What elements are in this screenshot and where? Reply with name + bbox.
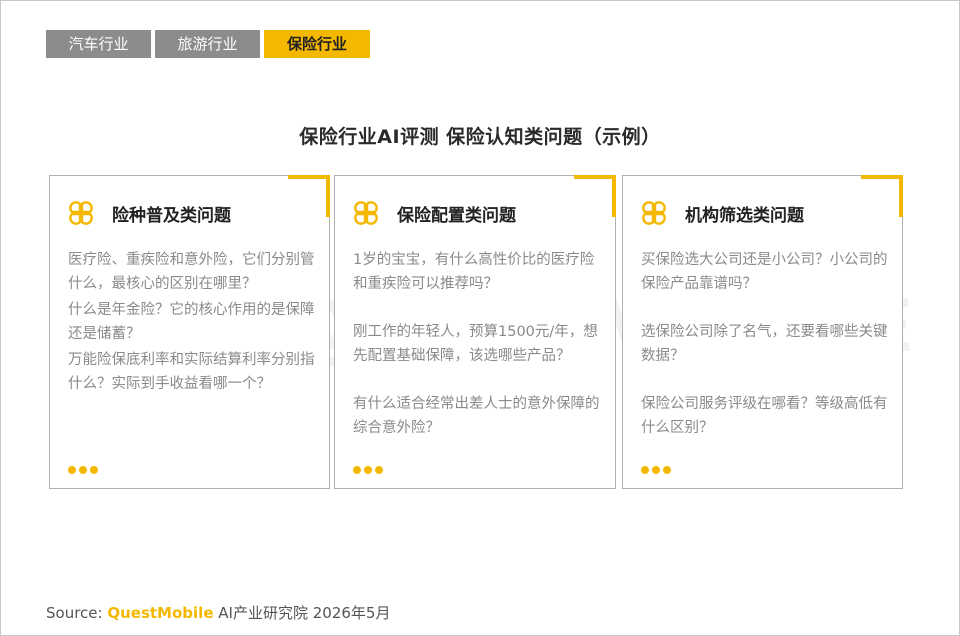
card-corner-accent (574, 175, 616, 179)
four-leaf-icon (354, 201, 378, 225)
question-item: 保险公司服务评级在哪看？等级高低有什么区别？ (641, 396, 888, 436)
industry-tabs: 汽车行业 旅游行业 保险行业 (46, 30, 370, 58)
tab-travel[interactable]: 旅游行业 (155, 30, 260, 58)
question-item: 买保险选大公司还是小公司？小公司的保险产品靠谱吗？ (641, 252, 888, 292)
card-title: 险种普及类问题 (112, 205, 231, 226)
question-list: 买保险选大公司还是小公司？小公司的保险产品靠谱吗？ 选保险公司除了名气，还要看哪… (641, 248, 892, 464)
card-institution-selection: 机构筛选类问题 买保险选大公司还是小公司？小公司的保险产品靠谱吗？ 选保险公司除… (622, 175, 903, 489)
card-title: 机构筛选类问题 (685, 205, 804, 226)
card-corner-accent (326, 175, 330, 217)
source-prefix: Source: (46, 604, 103, 622)
four-leaf-icon (69, 201, 93, 225)
tab-insurance[interactable]: 保险行业 (264, 30, 370, 58)
source-note: Source: QuestMobile AI产业研究院 2026年5月 (46, 602, 390, 623)
question-list: 1岁的宝宝，有什么高性价比的医疗险和重疾险可以推荐吗？ 刚工作的年轻人，预算15… (353, 248, 605, 464)
more-dots-icon (641, 466, 671, 474)
more-dots-icon (68, 466, 98, 474)
card-corner-accent (899, 175, 903, 217)
question-item: 刚工作的年轻人，预算1500元/年，想先配置基础保障，该选哪些产品？ (353, 324, 598, 364)
card-header: 险种普及类问题 (64, 196, 231, 230)
question-item: 什么是年金险？它的核心作用的是保障还是储蓄？ (68, 302, 315, 342)
question-item: 医疗险、重疾险和意外险，它们分别管什么，最核心的区别在哪里？ (68, 252, 315, 292)
card-insurance-configuration: 保险配置类问题 1岁的宝宝，有什么高性价比的医疗险和重疾险可以推荐吗？ 刚工作的… (334, 175, 616, 489)
more-dots-icon (353, 466, 383, 474)
card-insurance-types: 险种普及类问题 医疗险、重疾险和意外险，它们分别管什么，最核心的区别在哪里？ 什… (49, 175, 330, 489)
question-item: 选保险公司除了名气，还要看哪些关键数据？ (641, 324, 888, 364)
source-suffix: AI产业研究院 2026年5月 (218, 604, 391, 622)
card-corner-accent (612, 175, 616, 217)
source-brand: QuestMobile (107, 604, 214, 622)
card-corner-accent (861, 175, 903, 179)
page-title: 保险行业AI评测 保险认知类问题（示例） (299, 126, 661, 148)
four-leaf-icon (642, 201, 666, 225)
card-title: 保险配置类问题 (397, 205, 516, 226)
tab-auto[interactable]: 汽车行业 (46, 30, 151, 58)
card-header: 机构筛选类问题 (637, 196, 804, 230)
card-corner-accent (288, 175, 330, 179)
question-item: 有什么适合经常出差人士的意外保障的综合意外险？ (353, 396, 600, 436)
question-item: 万能险保底利率和实际结算利率分别指什么？实际到手收益看哪一个？ (68, 352, 315, 392)
question-list: 医疗险、重疾险和意外险，它们分别管什么，最核心的区别在哪里？ 什么是年金险？它的… (68, 248, 319, 398)
card-header: 保险配置类问题 (349, 196, 516, 230)
question-item: 1岁的宝宝，有什么高性价比的医疗险和重疾险可以推荐吗？ (353, 252, 595, 292)
